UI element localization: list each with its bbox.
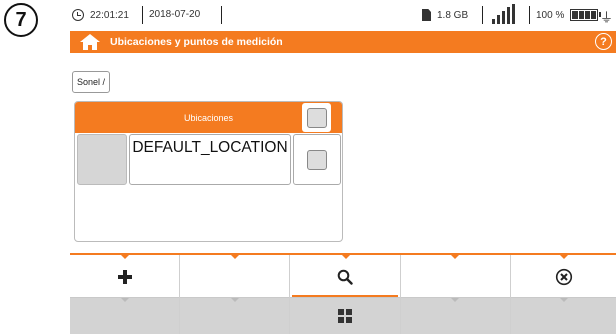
toolbar-empty-button-2[interactable] [401, 255, 510, 298]
status-bar: 22:01:21 2018-07-20 1.8 GB 100 % ⏚ [70, 0, 616, 30]
battery-group: 100 % [536, 9, 602, 21]
title-bar: Ubicaciones y puntos de medición ? [70, 31, 616, 53]
status-date: 2018-07-20 [149, 9, 201, 20]
status-battery: 100 % [536, 9, 565, 21]
toolbar-notch [560, 255, 568, 259]
status-time: 22:01:21 [90, 9, 129, 21]
toolbar-notch [451, 298, 459, 302]
location-icon-cell[interactable] [77, 134, 127, 185]
toolbar-notch [451, 255, 459, 259]
toolbar-notch [121, 298, 129, 302]
page-title: Ubicaciones y puntos de medición [110, 36, 283, 48]
toolbar-separator [400, 255, 401, 334]
locations-header: Ubicaciones [75, 102, 342, 133]
storage-group: 1.8 GB [422, 9, 468, 21]
home-icon[interactable] [80, 34, 100, 50]
select-all-checkbox[interactable] [302, 103, 331, 132]
plug-group: ⏚ [600, 7, 613, 26]
status-separator [482, 6, 483, 24]
toolbar-notch [560, 298, 568, 302]
signal-group [492, 4, 515, 24]
signal-icon [492, 4, 515, 24]
status-separator [221, 6, 222, 24]
sd-card-icon [422, 9, 431, 21]
toolbar-row2-button-1[interactable] [70, 298, 179, 334]
screen: 7 22:01:21 2018-07-20 1.8 GB 100 % ⏚ Ubi… [0, 0, 616, 334]
breadcrumb[interactable]: Sonel / [72, 71, 111, 93]
grid-icon [338, 309, 352, 323]
search-button[interactable] [290, 255, 400, 298]
menu-button[interactable] [290, 298, 400, 334]
help-icon[interactable]: ? [595, 33, 612, 50]
cancel-button[interactable] [511, 255, 616, 298]
locations-header-label: Ubicaciones [183, 112, 234, 123]
location-checkbox[interactable] [293, 134, 341, 185]
plus-icon [117, 269, 132, 284]
bottom-toolbar [70, 253, 616, 334]
toolbar-row2-button-4[interactable] [401, 298, 510, 334]
toolbar-separator [289, 255, 290, 334]
plug-icon: ⏚ [600, 10, 614, 25]
toolbar-row2-button-2[interactable] [180, 298, 289, 334]
toolbar-notch [231, 298, 239, 302]
step-number-badge: 7 [4, 3, 38, 37]
status-separator [142, 6, 143, 24]
add-button[interactable] [70, 255, 179, 298]
location-name-cell[interactable]: DEFAULT_LOCATION [129, 134, 291, 185]
toolbar-row2-button-5[interactable] [511, 298, 616, 334]
toolbar-notch [121, 255, 129, 259]
date-group: 2018-07-20 [149, 9, 200, 20]
toolbar-separator [510, 255, 511, 334]
clock-group: 22:01:21 [72, 9, 129, 21]
cancel-icon [555, 268, 572, 285]
toolbar-notch [231, 255, 239, 259]
toolbar-empty-button-1[interactable] [180, 255, 289, 298]
status-storage: 1.8 GB [437, 9, 469, 21]
table-row[interactable]: DEFAULT_LOCATION [77, 134, 341, 185]
locations-panel: Ubicaciones DEFAULT_LOCATION [74, 101, 343, 242]
toolbar-notch [342, 255, 350, 259]
status-separator [529, 6, 530, 24]
battery-icon [570, 9, 602, 21]
search-icon [337, 269, 353, 285]
clock-icon [72, 9, 84, 21]
toolbar-separator [179, 255, 180, 334]
